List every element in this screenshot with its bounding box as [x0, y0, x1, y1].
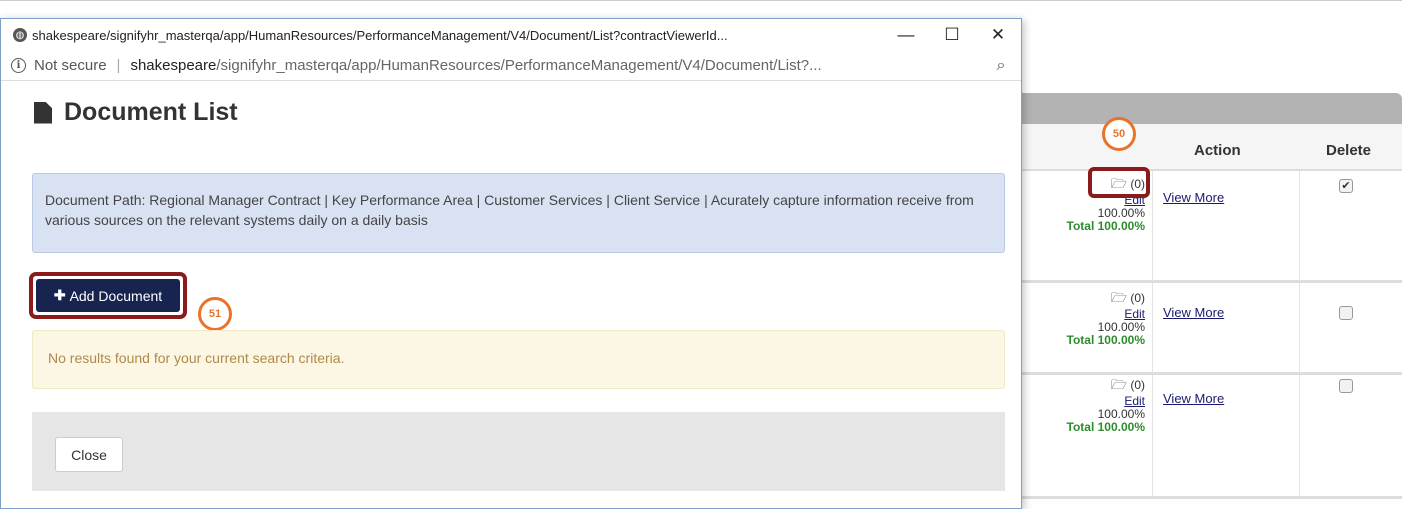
plus-icon: ✚ [53, 287, 66, 303]
popup-footer: Close [32, 412, 1005, 491]
minimize-button[interactable]: — [883, 25, 929, 45]
column-divider [1299, 171, 1300, 509]
maximize-button[interactable]: ☐ [929, 25, 975, 45]
address-host: shakespeare [130, 57, 217, 74]
score-total: Total 100.00% [1066, 219, 1145, 233]
add-document-label: Add Document [69, 287, 163, 304]
no-results-message: No results found for your current search… [32, 330, 1005, 389]
page-title-text: Document List [64, 98, 238, 126]
folder-icon[interactable]: 🗁 [1111, 290, 1127, 305]
page-title: Document List [34, 98, 238, 127]
view-more-link[interactable]: View More [1163, 190, 1224, 205]
table-row-score-cell: 🗁 (0) Edit 100.00% Total 100.00% [1045, 378, 1145, 434]
table-row-score-cell: 🗁 (0) Edit 100.00% Total 100.00% [1045, 291, 1145, 347]
security-label: Not secure [34, 57, 107, 74]
document-path-info: Document Path: Regional Manager Contract… [32, 173, 1005, 253]
score-total: Total 100.00% [1066, 420, 1145, 434]
view-more-link[interactable]: View More [1163, 391, 1224, 406]
address-path: /signifyhr_masterqa/app/HumanResources/P… [216, 57, 822, 74]
column-header-action: Action [1194, 142, 1241, 159]
delete-checkbox[interactable]: ✔ [1339, 179, 1353, 193]
close-button[interactable]: Close [55, 437, 123, 472]
table-row-divider [1022, 496, 1402, 509]
close-window-button[interactable]: ✕ [975, 25, 1021, 45]
address-separator: | [116, 57, 121, 74]
folder-icon[interactable]: 🗁 [1111, 377, 1127, 392]
zoom-icon[interactable]: ⌕ [981, 57, 1021, 75]
add-document-button[interactable]: ✚ Add Document [36, 279, 180, 312]
document-count: (0) [1130, 291, 1145, 305]
delete-checkbox[interactable] [1339, 306, 1353, 320]
view-more-link[interactable]: View More [1163, 305, 1224, 320]
column-header-delete: Delete [1326, 142, 1372, 159]
score-total: Total 100.00% [1066, 333, 1145, 347]
column-divider [1152, 171, 1153, 509]
document-count: (0) [1130, 378, 1145, 392]
callout-badge: 51 [198, 297, 232, 331]
address-bar[interactable]: i Not secure | shakespeare /signifyhr_ma… [1, 51, 1021, 81]
folder-highlight-box [1088, 167, 1150, 198]
window-title: shakespeare/signifyhr_masterqa/app/Human… [32, 27, 728, 43]
file-icon [34, 101, 52, 124]
page-top-divider [0, 0, 1402, 1]
window-titlebar: ◍ shakespeare/signifyhr_masterqa/app/Hum… [1, 19, 1021, 51]
info-icon[interactable]: i [11, 58, 26, 73]
delete-checkbox[interactable] [1339, 379, 1353, 393]
callout-badge: 50 [1102, 117, 1136, 151]
globe-icon: ◍ [13, 28, 27, 42]
